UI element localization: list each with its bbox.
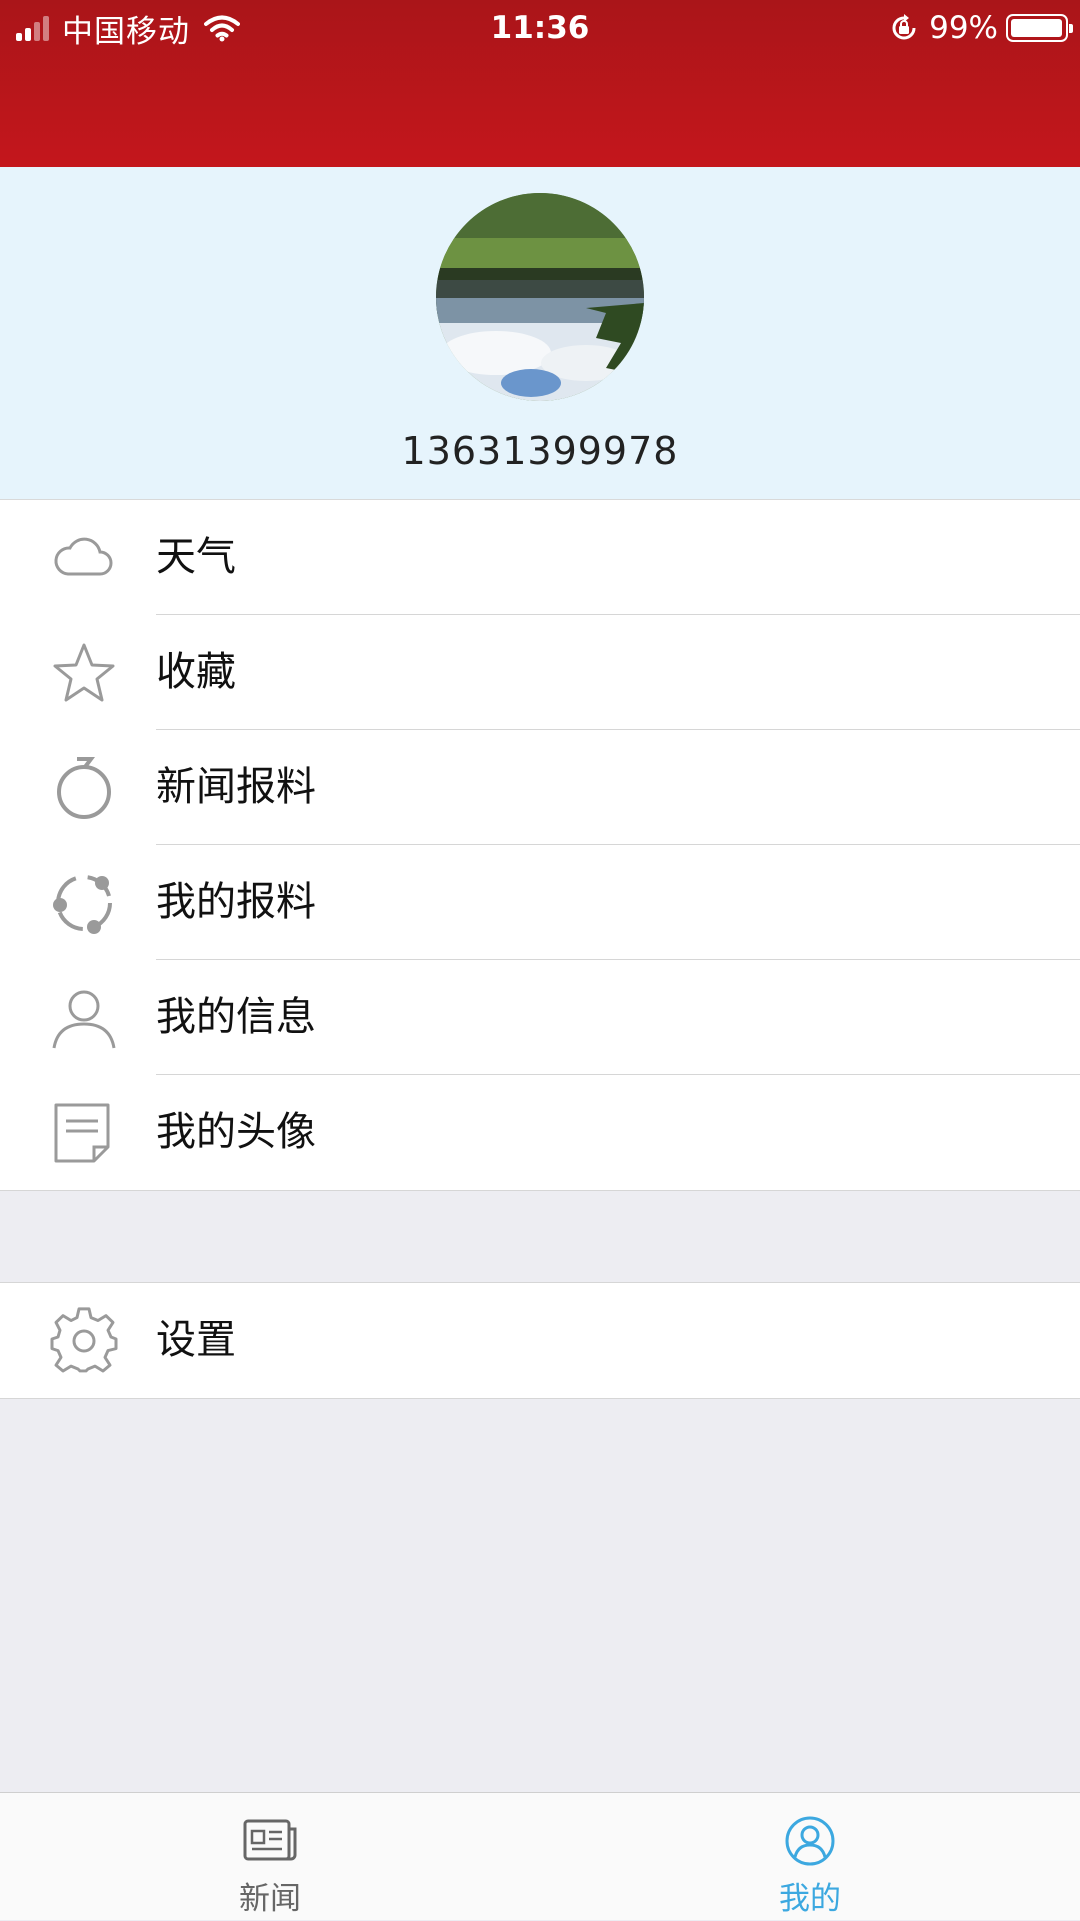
menu-list: 天气 收藏 新闻报料 我的报料 我的信息 我的头像 [0, 500, 1080, 1191]
menu-item-settings[interactable]: 设置 [0, 1283, 1080, 1398]
profile-icon [785, 1816, 835, 1866]
tab-label: 新闻 [239, 1881, 301, 1917]
newspaper-icon [243, 1819, 297, 1861]
status-right: 99% [889, 8, 1073, 48]
menu-item-weather[interactable]: 天气 [0, 500, 1080, 615]
gear-icon [50, 1307, 118, 1373]
tab-bar: 新闻 我的 [0, 1792, 1080, 1920]
cloud-icon [54, 537, 113, 576]
menu-item-label: 我的信息 [156, 994, 316, 1040]
avatar[interactable] [436, 193, 644, 401]
menu-item-my-info[interactable]: 我的信息 [0, 960, 1080, 1075]
note-icon [54, 1103, 110, 1163]
profile-header: 13631399978 [0, 167, 1080, 500]
menu-item-favorites[interactable]: 收藏 [0, 615, 1080, 730]
menu-item-news-tip[interactable]: 新闻报料 [0, 730, 1080, 845]
circle-tip-icon [57, 757, 111, 819]
status-bar: 中国移动 11:36 99% [0, 0, 1080, 54]
divider [0, 1190, 1080, 1191]
battery-percent: 99% [929, 10, 998, 46]
menu-item-label: 我的报料 [156, 879, 316, 925]
share-circle-icon [53, 875, 112, 934]
rotation-lock-icon [892, 14, 916, 40]
battery-icon [1006, 14, 1073, 42]
settings-section: 设置 [0, 1282, 1080, 1399]
menu-item-label: 设置 [156, 1317, 236, 1363]
menu-item-label: 新闻报料 [156, 764, 316, 810]
menu-item-my-tips[interactable]: 我的报料 [0, 845, 1080, 960]
menu-item-my-avatar[interactable]: 我的头像 [0, 1075, 1080, 1190]
user-icon [52, 990, 116, 1049]
tab-news[interactable]: 新闻 [0, 1793, 540, 1921]
tab-label: 我的 [779, 1881, 841, 1917]
menu-item-label: 天气 [156, 534, 236, 580]
menu-item-label: 收藏 [156, 649, 236, 695]
avatar-photo [436, 193, 644, 401]
header-bar: 中国移动 11:36 99% [0, 0, 1080, 167]
user-phone: 13631399978 [401, 429, 679, 473]
tab-mine[interactable]: 我的 [540, 1793, 1080, 1921]
menu-item-label: 我的头像 [156, 1109, 316, 1155]
star-icon [53, 643, 115, 702]
